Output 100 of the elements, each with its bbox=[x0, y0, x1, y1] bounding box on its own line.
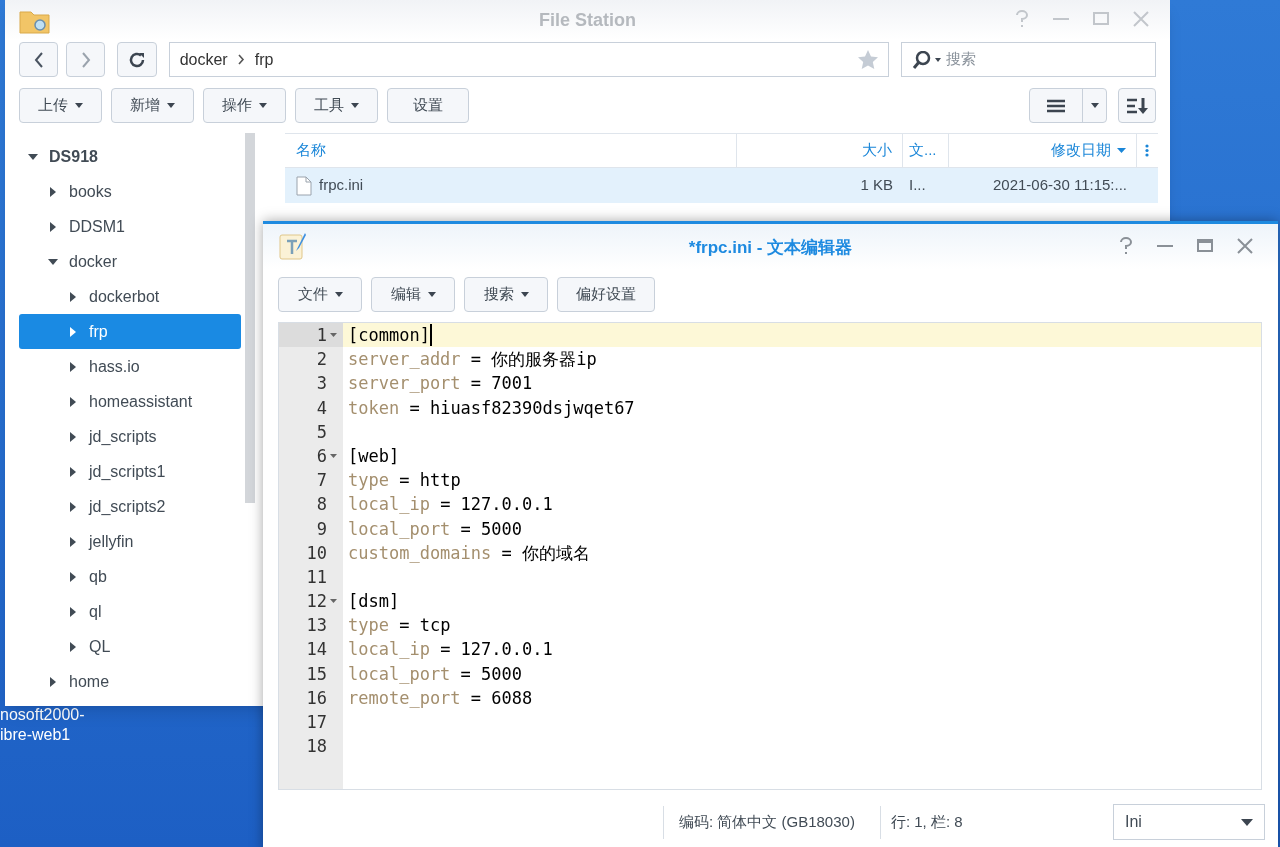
collapsed-triangle-icon[interactable] bbox=[70, 536, 76, 547]
line-number: 4 bbox=[316, 396, 327, 420]
toolbar-button[interactable]: 偏好设置 bbox=[557, 277, 655, 312]
code-line: server_addr = 你的服务器ip bbox=[348, 348, 597, 372]
collapsed-triangle-icon[interactable] bbox=[70, 571, 76, 582]
window-title: File Station bbox=[539, 8, 636, 32]
tree-item[interactable]: docker bbox=[19, 244, 241, 279]
line-number: 14 bbox=[306, 638, 327, 662]
line-number: 17 bbox=[306, 711, 327, 734]
caret-icon[interactable] bbox=[1090, 103, 1099, 108]
code-line: custom_domains = 你的域名 bbox=[348, 541, 590, 565]
column-header[interactable]: 名称 bbox=[285, 134, 737, 167]
search-icon[interactable] bbox=[912, 50, 942, 69]
tree-item[interactable]: qb bbox=[19, 559, 241, 594]
file-icon bbox=[296, 175, 312, 196]
sort-icon bbox=[1126, 96, 1148, 115]
path-segment[interactable]: docker bbox=[179, 47, 228, 72]
table-cell-text: I... bbox=[909, 175, 926, 196]
view-mode-button[interactable] bbox=[1029, 88, 1107, 123]
line-number: 2 bbox=[316, 348, 327, 372]
tree-item[interactable]: ql bbox=[19, 594, 241, 629]
tree-item[interactable]: books bbox=[19, 174, 241, 209]
toolbar-button[interactable]: 搜索 bbox=[464, 277, 548, 312]
desktop-icon-label[interactable]: ibre-web1 bbox=[0, 725, 85, 745]
line-number: 1 bbox=[316, 324, 327, 347]
window-title: *frpc.ini - 文本编辑器 bbox=[688, 237, 853, 259]
collapsed-triangle-icon[interactable] bbox=[70, 501, 76, 512]
line-number: 18 bbox=[306, 735, 327, 759]
tree-item[interactable]: DDSM1 bbox=[19, 209, 241, 244]
star-icon[interactable] bbox=[858, 50, 878, 69]
file-row[interactable]: frpc.ini 1 KB I... 2021-06-30 11:15:... bbox=[285, 168, 1158, 203]
tree-item[interactable]: home bbox=[19, 664, 241, 699]
toolbar-button[interactable]: 操作 bbox=[203, 88, 286, 123]
expanded-triangle-icon[interactable] bbox=[48, 258, 58, 265]
collapsed-triangle-icon[interactable] bbox=[70, 291, 76, 302]
encoding-status: 编码: 简体中文 (GB18030) bbox=[679, 811, 855, 832]
sort-button[interactable] bbox=[1118, 88, 1156, 123]
collapsed-triangle-icon[interactable] bbox=[70, 466, 76, 477]
code-line: [common] bbox=[348, 324, 430, 347]
caret-icon bbox=[259, 103, 267, 108]
code-line: remote_port = 6088 bbox=[348, 686, 533, 710]
refresh-icon bbox=[128, 50, 147, 69]
cursor-position: 行: 1, 栏: 8 bbox=[890, 811, 963, 832]
tree-item[interactable]: dockerbot bbox=[19, 279, 241, 314]
line-number: 13 bbox=[306, 614, 327, 638]
code-line: [web] bbox=[348, 444, 400, 468]
tree-item[interactable]: homeassistant bbox=[19, 384, 241, 419]
path-field[interactable]: docker frp bbox=[168, 42, 889, 77]
code-line: local_ip = 127.0.0.1 bbox=[348, 493, 553, 517]
maximize-icon[interactable] bbox=[1196, 237, 1214, 255]
toolbar-button[interactable]: 编辑 bbox=[371, 277, 455, 312]
tree-item[interactable]: jd_scripts1 bbox=[19, 454, 241, 489]
caret-icon bbox=[351, 103, 359, 108]
more-options-icon[interactable] bbox=[1145, 144, 1149, 157]
caret-icon bbox=[334, 292, 343, 297]
refresh-button[interactable] bbox=[117, 42, 157, 77]
caret-icon bbox=[75, 103, 83, 108]
toolbar-button[interactable]: 上传 bbox=[19, 88, 102, 123]
collapsed-triangle-icon[interactable] bbox=[70, 396, 76, 407]
line-number: 7 bbox=[316, 469, 327, 493]
collapsed-triangle-icon[interactable] bbox=[70, 606, 76, 617]
tree-item[interactable]: DS918 bbox=[19, 139, 241, 174]
tree-item[interactable]: frp bbox=[19, 314, 241, 349]
desktop-icon-label[interactable]: nosoft2000- bbox=[0, 705, 85, 725]
collapsed-triangle-icon[interactable] bbox=[70, 431, 76, 442]
search-box[interactable]: 搜索 bbox=[901, 42, 1156, 77]
sort-caret-icon bbox=[1117, 148, 1126, 153]
fold-caret-icon[interactable] bbox=[330, 599, 337, 604]
tree-item[interactable]: jd_scripts bbox=[19, 419, 241, 454]
close-icon[interactable] bbox=[1236, 237, 1254, 255]
help-icon[interactable] bbox=[1118, 237, 1134, 255]
line-number: 10 bbox=[306, 541, 327, 565]
code-line: local_ip = 127.0.0.1 bbox=[348, 638, 553, 662]
expanded-triangle-icon[interactable] bbox=[28, 153, 38, 160]
collapsed-triangle-icon[interactable] bbox=[50, 676, 56, 687]
collapsed-triangle-icon[interactable] bbox=[50, 186, 56, 197]
collapsed-triangle-icon[interactable] bbox=[70, 361, 76, 372]
toolbar-button[interactable]: 工具 bbox=[295, 88, 378, 123]
back-button[interactable] bbox=[19, 42, 59, 77]
code-line: local_port = 5000 bbox=[348, 662, 523, 686]
toolbar-button[interactable]: 新增 bbox=[111, 88, 194, 123]
search-field[interactable]: 搜索 bbox=[946, 48, 1145, 71]
path-segment[interactable]: frp bbox=[254, 47, 274, 72]
scrollbar[interactable] bbox=[245, 133, 255, 503]
tree-item[interactable]: QL bbox=[19, 629, 241, 664]
collapsed-triangle-icon[interactable] bbox=[50, 221, 56, 232]
tree-item[interactable]: hass.io bbox=[19, 349, 241, 384]
column-header[interactable]: 大小 bbox=[737, 134, 903, 167]
toolbar-button[interactable]: 设置 bbox=[387, 88, 469, 123]
tree-item[interactable]: jd_scripts2 bbox=[19, 489, 241, 524]
fold-caret-icon[interactable] bbox=[330, 333, 337, 338]
table-cell-text: 1 KB bbox=[860, 175, 893, 196]
language-select[interactable]: Ini bbox=[1113, 804, 1265, 840]
toolbar-button[interactable]: 文件 bbox=[278, 277, 362, 312]
collapsed-triangle-icon[interactable] bbox=[70, 641, 76, 652]
column-header[interactable]: 文... bbox=[903, 134, 949, 167]
fold-caret-icon[interactable] bbox=[330, 454, 337, 459]
tree-item[interactable]: jellyfin bbox=[19, 524, 241, 559]
column-header[interactable]: 修改日期 bbox=[949, 134, 1137, 167]
folder-icon bbox=[19, 8, 51, 34]
